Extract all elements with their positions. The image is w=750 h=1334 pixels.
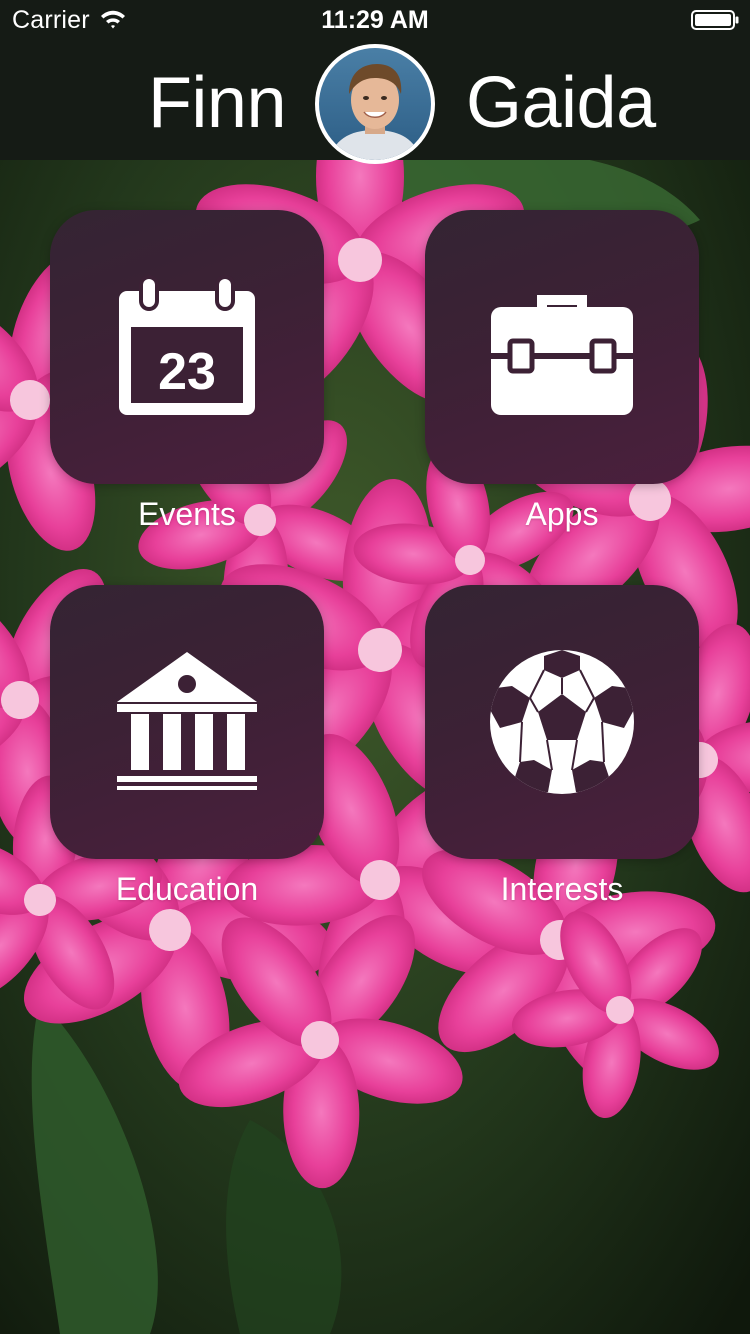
apps-tile[interactable] bbox=[425, 210, 699, 484]
first-name: Finn bbox=[147, 63, 287, 143]
education-tile[interactable] bbox=[50, 585, 324, 859]
calendar-date: 23 bbox=[158, 343, 216, 401]
education-label[interactable]: Education bbox=[37, 869, 337, 909]
briefcase-icon bbox=[491, 295, 633, 415]
battery-full-icon bbox=[691, 10, 739, 30]
soccer-ball-icon bbox=[490, 650, 634, 794]
profile-avatar[interactable] bbox=[315, 44, 435, 164]
events-label[interactable]: Events bbox=[37, 494, 337, 534]
events-tile[interactable]: 23 bbox=[50, 210, 324, 484]
clock-time: 11:29 AM bbox=[321, 6, 429, 34]
interests-tile[interactable] bbox=[425, 585, 699, 859]
calendar-icon: 23 bbox=[119, 275, 255, 415]
institution-icon bbox=[117, 652, 257, 790]
profile-photo bbox=[319, 48, 431, 160]
apps-label[interactable]: Apps bbox=[412, 494, 712, 534]
last-name: Gaida bbox=[466, 63, 656, 143]
interests-label[interactable]: Interests bbox=[412, 869, 712, 909]
status-bar: Carrier 11:29 AM bbox=[0, 0, 750, 40]
